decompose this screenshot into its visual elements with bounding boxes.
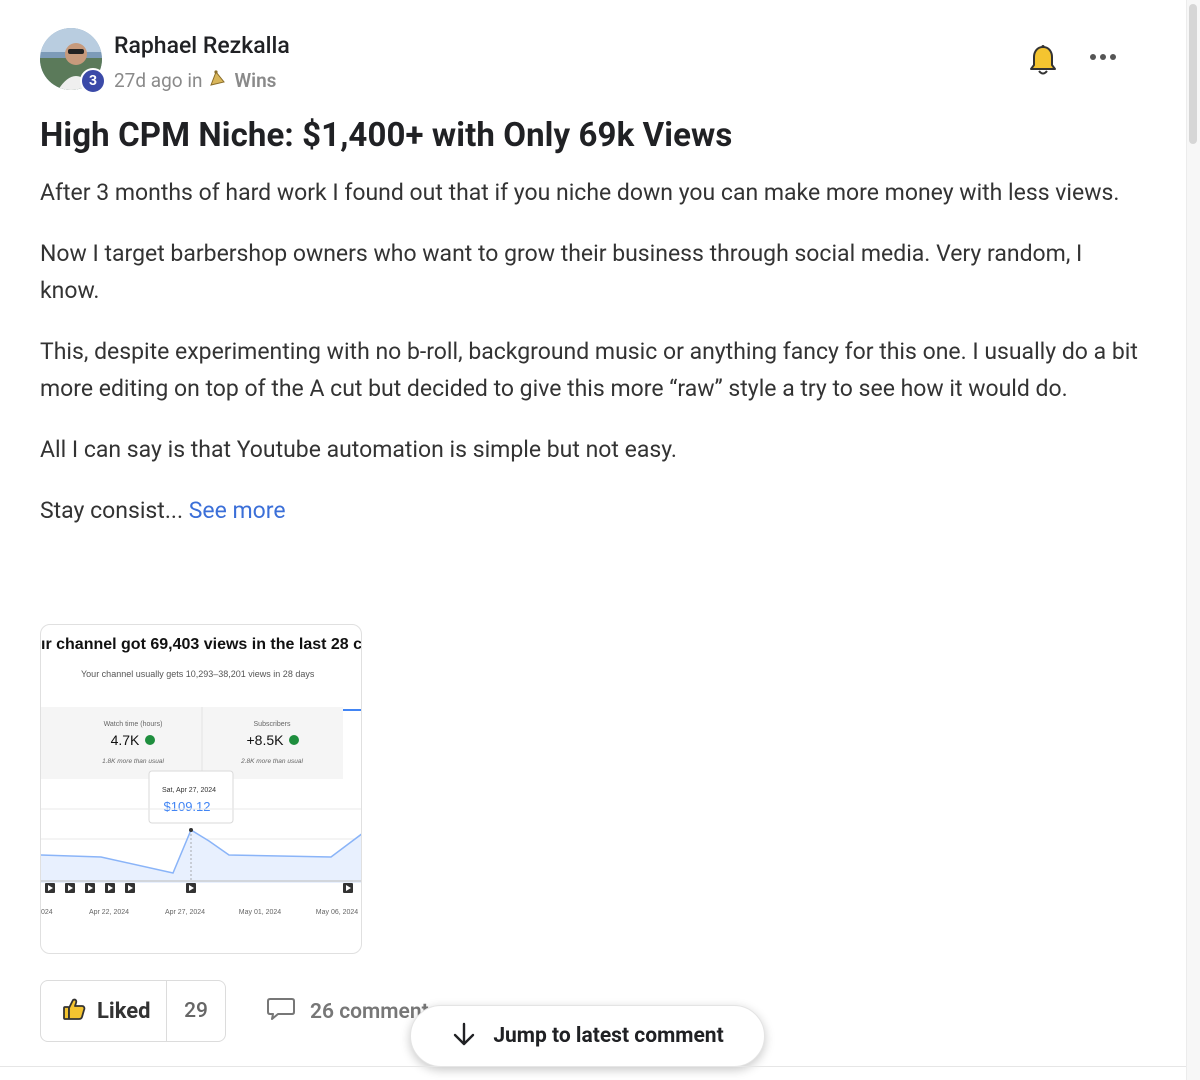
post-paragraph: This, despite experimenting with no b-ro… <box>40 338 1138 402</box>
like-button[interactable]: Liked 29 <box>40 980 226 1042</box>
see-more-link[interactable]: See more <box>189 497 286 524</box>
post-paragraph-truncated: Stay consist... See more <box>40 492 1140 529</box>
post-paragraph: All I can say is that Youtube automation… <box>40 436 677 463</box>
stat-value: 4.7K <box>111 732 140 748</box>
stat-label: Subscribers <box>254 721 291 728</box>
tooltip-date: Sat, Apr 27, 2024 <box>162 787 216 794</box>
truncated-text: Stay consist... <box>40 497 184 524</box>
level-badge: 3 <box>80 68 106 94</box>
like-label: Liked <box>97 998 151 1024</box>
x-tick: May 06, 2024 <box>316 909 359 916</box>
arrow-down-icon <box>451 1021 477 1051</box>
post-paragraph: After 3 months of hard work I found out … <box>40 179 1120 206</box>
more-options-icon[interactable] <box>1090 50 1118 64</box>
jump-label: Jump to latest comment <box>493 1024 724 1048</box>
scrollbar-thumb[interactable] <box>1189 4 1197 144</box>
tooltip-value: $109.12 <box>164 799 211 814</box>
analytics-screenshot: ır channel got 69,403 views in the last … <box>41 636 362 916</box>
attachment-thumbnail[interactable]: ır channel got 69,403 views in the last … <box>40 624 362 954</box>
wins-category-icon <box>208 68 228 93</box>
stat-value: +8.5K <box>247 732 285 748</box>
time-ago: 27d ago in <box>114 69 203 92</box>
like-toggle[interactable]: Liked <box>41 981 167 1041</box>
post-title[interactable]: High CPM Niche: $1,400+ with Only 69k Vi… <box>40 116 732 155</box>
post-paragraph: Now I target barbershop owners who want … <box>40 240 1083 304</box>
post-meta: 27d ago in Wins <box>114 68 276 93</box>
post-body: After 3 months of hard work I found out … <box>40 174 1140 553</box>
screenshot-headline: ır channel got 69,403 views in the last … <box>41 636 362 653</box>
x-tick: May 01, 2024 <box>239 909 282 916</box>
x-tick: 024 <box>41 909 53 916</box>
stat-label: Watch time (hours) <box>104 721 163 728</box>
stat-note: 2.8K more than usual <box>240 758 303 765</box>
bell-icon[interactable] <box>1028 44 1058 78</box>
like-count[interactable]: 29 <box>167 999 225 1023</box>
author-name[interactable]: Raphael Rezkalla <box>114 32 290 59</box>
stat-note: 1.8K more than usual <box>102 758 164 765</box>
comment-icon <box>266 996 296 1028</box>
post-card: 3 Raphael Rezkalla 27d ago in Wins High … <box>40 28 1140 1042</box>
jump-to-latest-comment-button[interactable]: Jump to latest comment <box>410 1005 765 1067</box>
screenshot-subline: Your channel usually gets 10,293–38,201 … <box>81 669 315 679</box>
x-tick: Apr 22, 2024 <box>89 909 129 916</box>
divider <box>0 1066 1186 1067</box>
thumbs-up-icon <box>61 996 87 1026</box>
post-header: 3 Raphael Rezkalla 27d ago in Wins <box>40 28 1140 100</box>
page-scrollbar[interactable] <box>1186 0 1200 1080</box>
category-link[interactable]: Wins <box>234 69 276 92</box>
x-tick: Apr 27, 2024 <box>165 909 205 916</box>
